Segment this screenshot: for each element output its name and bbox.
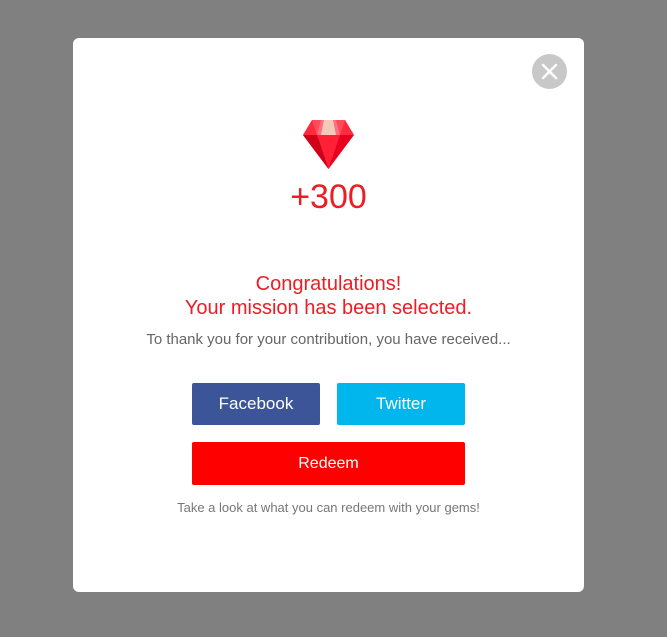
gem-amount: +300 [290, 178, 367, 216]
close-button[interactable] [532, 54, 567, 89]
close-icon [541, 63, 558, 80]
headline: Congratulations! Your mission has been s… [73, 272, 584, 320]
headline-congratulations: Congratulations! [255, 273, 402, 295]
facebook-button[interactable]: Facebook [192, 383, 320, 425]
gem-icon [303, 120, 354, 169]
headline-mission-selected: Your mission has been selected. [184, 297, 473, 319]
reward-modal: +300 Congratulations! Your mission has b… [73, 38, 584, 592]
thank-you-text: To thank you for your contribution, you … [146, 331, 511, 348]
redeem-button[interactable]: Redeem [192, 442, 465, 485]
twitter-button[interactable]: Twitter [337, 383, 465, 425]
redeem-hint-text: Take a look at what you can redeem with … [177, 500, 480, 515]
